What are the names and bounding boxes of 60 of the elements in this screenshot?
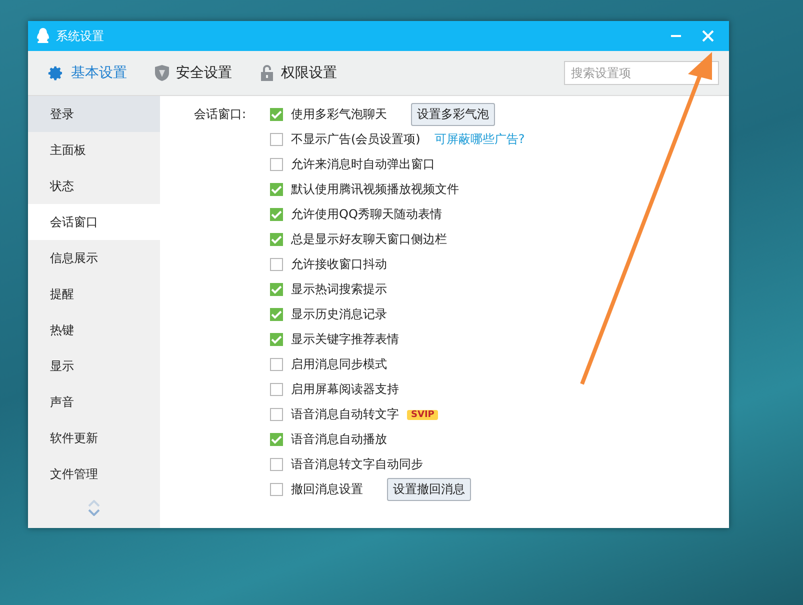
checkbox[interactable] xyxy=(270,483,283,496)
settings-tab[interactable]: 权限设置 xyxy=(260,64,337,82)
settings-tab[interactable]: 安全设置 xyxy=(155,64,232,82)
option-label[interactable]: 允许来消息时自动弹出窗口 xyxy=(291,156,435,173)
sidebar-item[interactable]: 提醒 xyxy=(28,276,160,312)
checkbox[interactable] xyxy=(270,358,283,371)
option-label[interactable]: 撤回消息设置 xyxy=(291,481,363,498)
checkbox[interactable] xyxy=(270,158,283,171)
settings-button[interactable]: 设置撤回消息 xyxy=(387,478,471,501)
option-label[interactable]: 默认使用腾讯视频播放视频文件 xyxy=(291,181,459,198)
checkbox[interactable] xyxy=(270,458,283,471)
sidebar-item[interactable]: 软件更新 xyxy=(28,420,160,456)
sidebar-item[interactable]: 会话窗口 xyxy=(28,204,160,240)
shield-icon xyxy=(155,65,169,81)
option-label[interactable]: 允许接收窗口抖动 xyxy=(291,256,387,273)
checkbox[interactable] xyxy=(270,133,283,146)
scroll-down-icon[interactable] xyxy=(88,509,100,516)
vip-badge: SVIP xyxy=(407,410,438,420)
checkbox[interactable] xyxy=(270,183,283,196)
option-label[interactable]: 启用屏幕阅读器支持 xyxy=(291,381,399,398)
sidebar-item[interactable]: 热键 xyxy=(28,312,160,348)
option-label[interactable]: 显示历史消息记录 xyxy=(291,306,387,323)
option-label[interactable]: 使用多彩气泡聊天 xyxy=(291,106,387,123)
scroll-up-icon[interactable] xyxy=(88,500,100,507)
option-label[interactable]: 语音消息自动播放 xyxy=(291,431,387,448)
sidebar-item[interactable]: 信息展示 xyxy=(28,240,160,276)
checkbox[interactable] xyxy=(270,408,283,421)
checkbox[interactable] xyxy=(270,258,283,271)
minimize-icon xyxy=(671,35,681,37)
settings-button[interactable]: 设置多彩气泡 xyxy=(411,103,495,126)
sidebar-item[interactable]: 声音 xyxy=(28,384,160,420)
sidebar-item[interactable]: 状态 xyxy=(28,168,160,204)
checkbox[interactable] xyxy=(270,208,283,221)
option-label[interactable]: 不显示广告(会员设置项) xyxy=(291,131,420,148)
section-label: 会话窗口: xyxy=(194,106,248,122)
close-icon xyxy=(702,30,714,42)
option-label[interactable]: 启用消息同步模式 xyxy=(291,356,387,373)
checkbox[interactable] xyxy=(270,283,283,296)
option-label[interactable]: 显示热词搜索提示 xyxy=(291,281,387,298)
checkbox[interactable] xyxy=(270,433,283,446)
option-label[interactable]: 总是显示好友聊天窗口侧边栏 xyxy=(291,231,447,248)
option-label[interactable]: 语音消息自动转文字 xyxy=(291,406,399,423)
sidebar-item[interactable]: 登录 xyxy=(28,96,160,132)
option-label[interactable]: 允许使用QQ秀聊天随动表情 xyxy=(291,206,442,223)
sidebar-item[interactable]: 文件管理 xyxy=(28,456,160,492)
option-label[interactable]: 语音消息转文字自动同步 xyxy=(291,456,423,473)
search-field[interactable]: 搜索设置项 xyxy=(564,61,719,85)
sidebar-item[interactable]: 显示 xyxy=(28,348,160,384)
checkbox[interactable] xyxy=(270,383,283,396)
settings-tab[interactable]: 基本设置 xyxy=(48,64,127,82)
checkbox[interactable] xyxy=(270,233,283,246)
checkbox[interactable] xyxy=(270,108,283,121)
checkbox[interactable] xyxy=(270,333,283,346)
penguin-icon xyxy=(36,28,50,44)
window-title: 系统设置 xyxy=(56,28,105,44)
lock-icon xyxy=(260,65,274,81)
sidebar-item[interactable]: 主面板 xyxy=(28,132,160,168)
option-label[interactable]: 显示关键字推荐表情 xyxy=(291,331,399,348)
gear-icon xyxy=(48,65,64,81)
checkbox[interactable] xyxy=(270,308,283,321)
